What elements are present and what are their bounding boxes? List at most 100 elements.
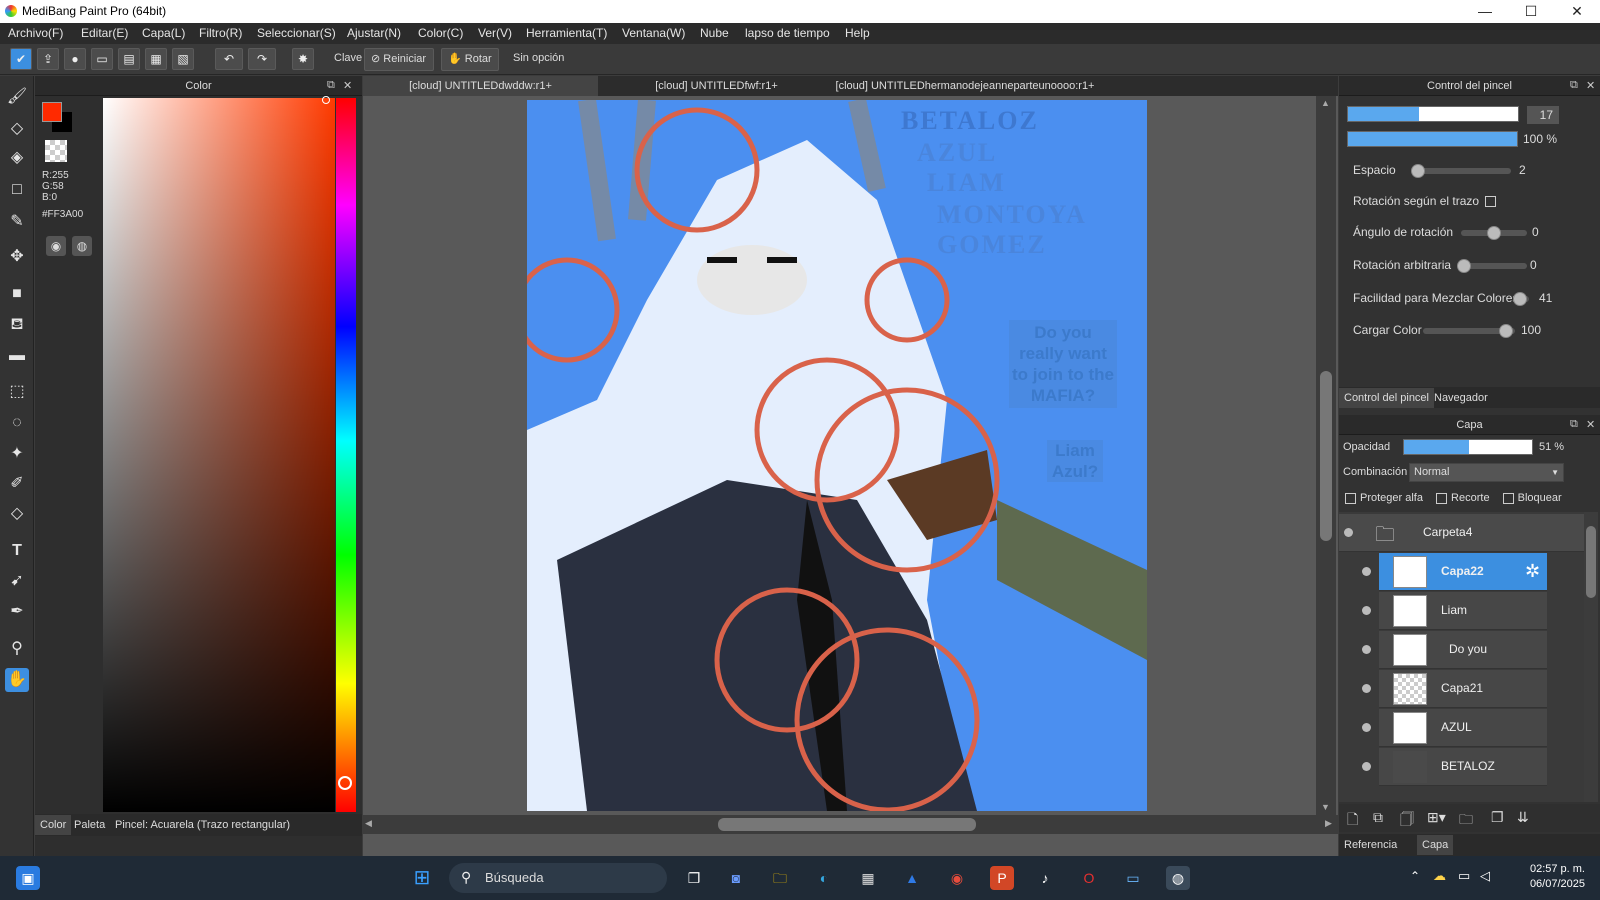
menu-nube[interactable]: Nube xyxy=(700,26,729,40)
move-tool-icon[interactable]: ✥ xyxy=(5,245,29,269)
grid-icon[interactable]: ▦ xyxy=(145,48,167,70)
layer-row[interactable]: Capa22 ✲ xyxy=(1362,553,1547,591)
mezclar-slider[interactable] xyxy=(1513,292,1529,306)
text-tool-icon[interactable]: T xyxy=(5,539,29,563)
bucket-icon[interactable]: ⛾ xyxy=(5,313,29,337)
brush-size-value[interactable]: 17 xyxy=(1527,106,1559,124)
close-button[interactable]: ✕ xyxy=(1554,0,1600,23)
gradient-icon[interactable]: ▬ xyxy=(5,344,29,368)
doc-tab-1[interactable]: [cloud] UNTITLEDdwddw:r1+ xyxy=(363,76,598,96)
select-pen-icon[interactable]: ✐ xyxy=(5,472,29,496)
tray-chevron-icon[interactable]: ⌃ xyxy=(1410,869,1420,883)
layer-row[interactable]: Capa21 xyxy=(1362,670,1547,708)
merge-icon[interactable]: ⇊ xyxy=(1517,809,1529,826)
opera-icon[interactable]: O xyxy=(1077,866,1101,890)
undock-icon[interactable]: ⧉ xyxy=(327,79,335,92)
brush-opacity-bar[interactable] xyxy=(1347,131,1518,147)
vertical-scroll-thumb[interactable] xyxy=(1320,371,1332,541)
rotate-button[interactable]: ✋ Rotar xyxy=(441,48,499,71)
menu-ver[interactable]: Ver(V) xyxy=(478,26,512,40)
panel-close-icon[interactable]: ✕ xyxy=(1586,418,1595,431)
new-layer-icon[interactable]: 🗋 xyxy=(1347,809,1358,833)
copy-layer-icon[interactable]: ⧉ xyxy=(1373,809,1383,826)
menu-herramienta[interactable]: Herramienta(T) xyxy=(526,26,607,40)
shape-tool-icon[interactable]: □ xyxy=(5,178,29,202)
undo-icon[interactable]: ↶ xyxy=(215,48,243,70)
select-rect-icon[interactable]: ⬚ xyxy=(5,380,29,404)
visibility-icon[interactable] xyxy=(1344,528,1353,537)
lock-checkbox[interactable] xyxy=(1502,492,1514,504)
search-box[interactable]: ⚲ Búsqueda xyxy=(449,863,667,893)
doc-tab-3[interactable]: [cloud] UNTITLEDhermanodejeanneparteunoo… xyxy=(835,76,1095,96)
sparkle-icon[interactable]: ✸ xyxy=(292,48,314,70)
saturation-value-picker[interactable] xyxy=(103,98,335,812)
magic-wand-icon[interactable]: ✦ xyxy=(5,442,29,466)
visibility-icon[interactable] xyxy=(1362,684,1371,693)
new-folder-icon[interactable]: 🗀 xyxy=(1459,809,1473,833)
horizontal-scroll-thumb[interactable] xyxy=(718,818,976,831)
chat-icon[interactable]: ▭ xyxy=(91,48,113,70)
hue-cursor[interactable] xyxy=(338,776,352,790)
volume-icon[interactable]: ◁ xyxy=(1480,868,1490,884)
paste-layer-icon[interactable]: 🗍 xyxy=(1400,809,1414,833)
artwork-canvas[interactable]: BETALOZ AZUL LIAM MONTOYA GOMEZ Do you r… xyxy=(527,100,1147,811)
menu-lapso[interactable]: lapso de tiempo xyxy=(745,26,830,40)
tiktok-icon[interactable]: ♪ xyxy=(1033,866,1057,890)
duplicate-icon[interactable]: ❐ xyxy=(1491,809,1504,826)
layer-row[interactable]: BETALOZ xyxy=(1362,748,1547,786)
start-icon[interactable]: ⊞ xyxy=(410,866,434,890)
tab-reference[interactable]: Referencia xyxy=(1339,835,1402,855)
protect-alpha-checkbox[interactable] xyxy=(1345,492,1356,504)
menu-color[interactable]: Color(C) xyxy=(418,26,463,40)
lasso-icon[interactable]: ◌ xyxy=(5,411,29,435)
menu-help[interactable]: Help xyxy=(845,26,870,40)
cargar-knob[interactable] xyxy=(1499,324,1513,338)
undock-icon[interactable]: ⧉ xyxy=(1570,418,1578,431)
powerpoint-icon[interactable]: P xyxy=(990,866,1014,890)
doc-tab-2[interactable]: [cloud] UNTITLEDfwf:r1+ xyxy=(599,76,834,96)
layer-scroll-thumb[interactable] xyxy=(1586,526,1596,598)
file-explorer-icon[interactable]: 🗀 xyxy=(768,866,792,890)
brush-tool-icon[interactable]: 🖌 xyxy=(5,85,29,109)
tab-color[interactable]: Color xyxy=(35,815,72,835)
layer-row[interactable]: Liam xyxy=(1362,592,1547,630)
add-layer-menu-icon[interactable]: ⊞▾ xyxy=(1427,809,1446,826)
layer-scrollbar[interactable] xyxy=(1584,512,1598,802)
blend-select[interactable]: Normal ▼ xyxy=(1409,463,1564,482)
share-icon[interactable]: ⇪ xyxy=(37,48,59,70)
clipping-checkbox[interactable] xyxy=(1436,492,1448,504)
network-icon[interactable]: ▭ xyxy=(1458,868,1470,884)
select-eraser-icon[interactable]: ◇ xyxy=(5,502,29,526)
store-icon[interactable]: ▦ xyxy=(856,866,880,890)
hand-tool-icon[interactable]: ✋ xyxy=(5,668,29,692)
eraser-tool-icon[interactable]: ◇ xyxy=(5,117,29,141)
reset-button[interactable]: ⊘ Reiniciar xyxy=(364,48,434,71)
weather-icon[interactable]: ☁ xyxy=(1433,868,1446,884)
sv-cursor[interactable] xyxy=(322,96,330,104)
page-icon[interactable]: ▤ xyxy=(118,48,140,70)
panel-close-icon[interactable]: ✕ xyxy=(1586,79,1595,92)
visibility-icon[interactable] xyxy=(1362,723,1371,732)
cloud-save-icon[interactable]: ✔ xyxy=(10,48,32,70)
eyedropper-icon[interactable]: ✒ xyxy=(5,600,29,624)
color-wheel-icon[interactable]: ◍ xyxy=(72,236,92,256)
redo-icon[interactable]: ↷ xyxy=(248,48,276,70)
clock[interactable]: 02:57 p. m. 06/07/2025 xyxy=(1505,862,1585,892)
operation-tool-icon[interactable]: ➹ xyxy=(5,569,29,593)
menu-capa[interactable]: Capa(L) xyxy=(142,26,185,40)
gear-icon[interactable]: ✲ xyxy=(1525,561,1540,582)
visibility-icon[interactable] xyxy=(1362,606,1371,615)
visibility-icon[interactable] xyxy=(1362,645,1371,654)
vertical-scrollbar[interactable]: ▲ ▼ xyxy=(1316,96,1336,816)
menu-seleccionar[interactable]: Seleccionar(S) xyxy=(257,26,336,40)
medibang-icon[interactable]: ◍ xyxy=(1166,866,1190,890)
layer-opacity-bar[interactable] xyxy=(1403,439,1533,455)
foreground-color-swatch[interactable] xyxy=(42,102,62,122)
menu-archivo[interactable]: Archivo(F) xyxy=(8,26,63,40)
panel-close-icon[interactable]: ✕ xyxy=(343,79,352,92)
rotacion-trazo-checkbox[interactable] xyxy=(1485,196,1497,208)
layer-row[interactable]: AZUL xyxy=(1362,709,1547,747)
chrome-icon[interactable]: ◉ xyxy=(945,866,969,890)
maximize-button[interactable]: ☐ xyxy=(1508,0,1554,23)
angulo-slider[interactable] xyxy=(1461,226,1527,240)
